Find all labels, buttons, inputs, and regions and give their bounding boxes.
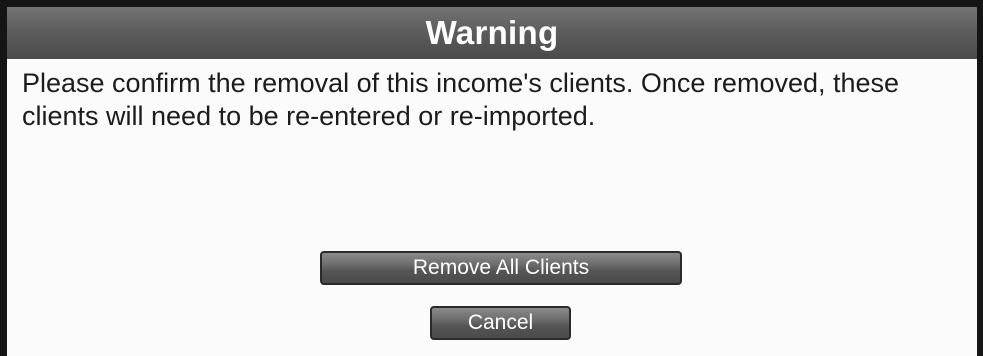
remove-all-clients-button[interactable]: Remove All Clients bbox=[320, 251, 682, 285]
warning-dialog: Warning Please confirm the removal of th… bbox=[0, 0, 983, 356]
warning-message: Please confirm the removal of this incom… bbox=[22, 68, 900, 131]
cancel-button[interactable]: Cancel bbox=[430, 306, 571, 340]
dialog-title: Warning bbox=[7, 7, 977, 59]
